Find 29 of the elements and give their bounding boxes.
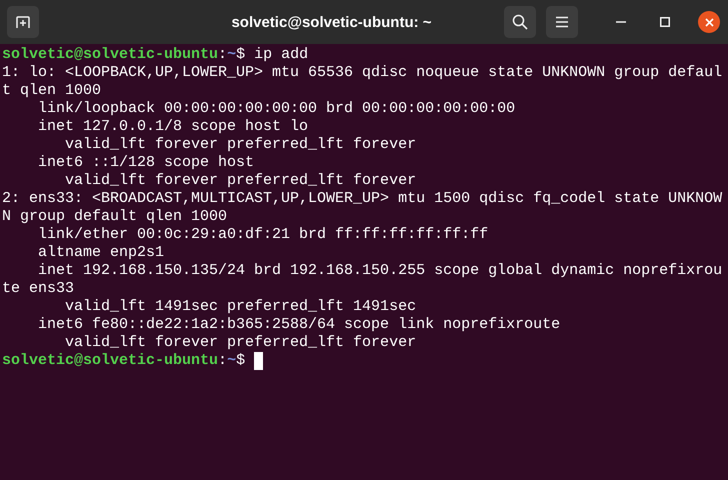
close-icon bbox=[704, 18, 714, 26]
output-line: 2: ens33: <BROADCAST,MULTICAST,UP,LOWER_UP> mtu 1500 qdisc fq_codel state UNKNOW bbox=[2, 190, 722, 207]
window-title: solvetic@solvetic-ubuntu: ~ bbox=[230, 14, 433, 30]
output-line: inet6 fe80::de22:1a2:b365:2588/64 scope link noprefixroute bbox=[37, 316, 560, 333]
output-line: te ens33 bbox=[2, 280, 74, 297]
search-icon bbox=[512, 14, 528, 30]
close-button[interactable] bbox=[698, 11, 720, 33]
output-line: valid_lft forever preferred_lft forever bbox=[64, 136, 416, 153]
output-line: inet6 ::1/128 scope host bbox=[37, 154, 254, 171]
output-line: valid_lft forever preferred_lft forever bbox=[64, 334, 416, 351]
output-line: link/loopback 00:00:00:00:00:00 brd 00:00:00:00:00:00 bbox=[37, 100, 516, 117]
output-line: t qlen 1000 bbox=[2, 82, 102, 99]
output-line: inet 127.0.0.1/8 scope host lo bbox=[37, 118, 308, 135]
output-line: link/ether 00:0c:29:a0:df:21 brd ff:ff:ff:ff:ff:ff bbox=[37, 226, 488, 243]
prompt-line: solvetic@solvetic-ubuntu:~$ ip add bbox=[2, 46, 308, 63]
output-line: 1: lo: <LOOPBACK,UP,LOWER_UP> mtu 65536 qdisc noqueue state UNKNOWN group defaul bbox=[2, 64, 722, 81]
menu-button[interactable] bbox=[546, 6, 578, 38]
search-button[interactable] bbox=[504, 6, 536, 38]
output-line: altname enp2s1 bbox=[37, 244, 164, 261]
prompt-line: solvetic@solvetic-ubuntu:~$ bbox=[2, 352, 264, 369]
output-line: valid_lft forever preferred_lft forever bbox=[64, 172, 416, 189]
output-line: valid_lft 1491sec preferred_lft 1491sec bbox=[64, 298, 416, 315]
minimize-icon bbox=[616, 21, 626, 23]
maximize-icon bbox=[660, 17, 670, 27]
menu-icon bbox=[555, 16, 569, 28]
output-line: inet 192.168.150.135/24 brd 192.168.150.255 scope global dynamic noprefixrou bbox=[37, 262, 722, 279]
new-tab-button[interactable] bbox=[7, 6, 39, 38]
new-tab-icon bbox=[15, 15, 31, 29]
output-line: N group default qlen 1000 bbox=[2, 208, 228, 225]
